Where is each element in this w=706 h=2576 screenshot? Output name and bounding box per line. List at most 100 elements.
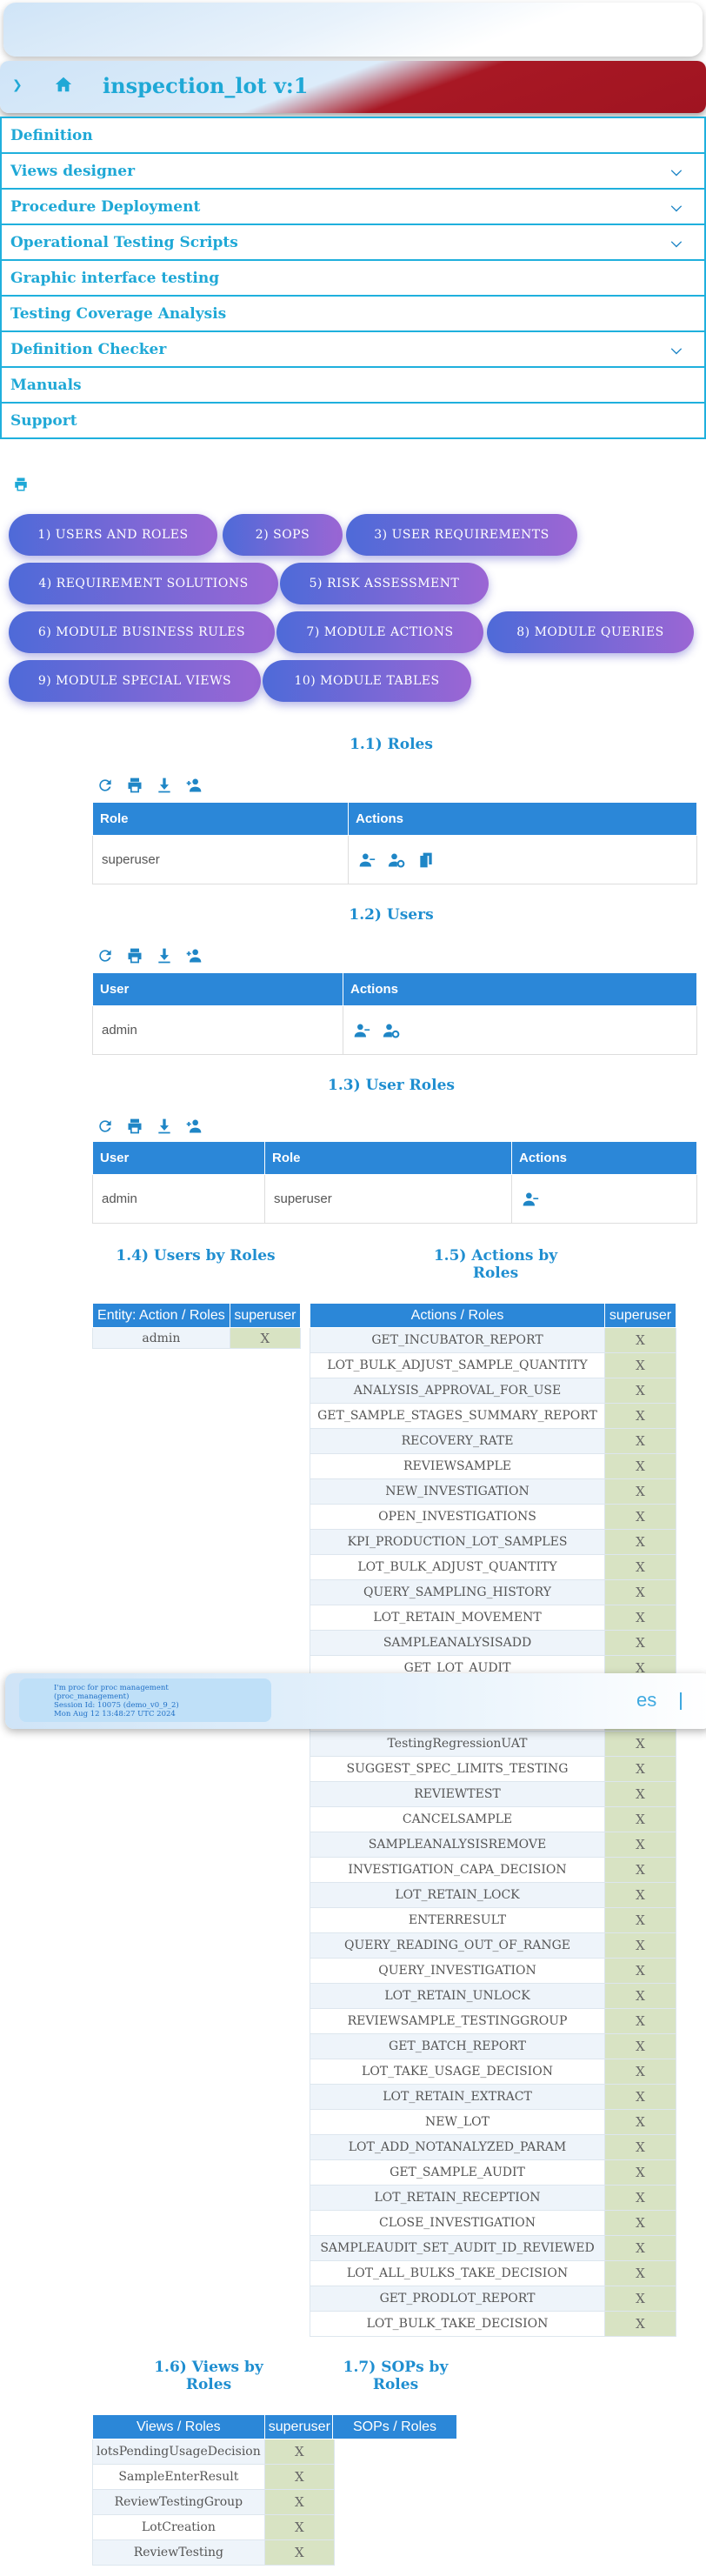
add-user-icon[interactable] xyxy=(184,777,203,794)
user-roles-toolbar xyxy=(96,1117,203,1136)
assignment-mark: X xyxy=(604,2185,676,2211)
user-roles-table: User Role Actions admin superuser xyxy=(92,1141,697,1224)
assignment-mark: X xyxy=(604,1605,676,1631)
assignment-mark: X xyxy=(604,2008,676,2034)
copy-icon[interactable] xyxy=(416,851,436,869)
chevron-down-icon[interactable]: ⌵ xyxy=(671,198,682,216)
actions-by-roles-table: Actions / Roles superuser GET_INCUBATOR_R… xyxy=(310,1303,676,2337)
tab-button[interactable]: 1) USERS AND ROLES xyxy=(9,514,217,556)
view-cell: SampleEnterResult xyxy=(92,2464,265,2490)
menu-item[interactable]: Manuals xyxy=(0,366,706,404)
download-icon[interactable] xyxy=(155,1118,174,1135)
tab-button[interactable]: 2) SOPS xyxy=(223,514,343,556)
assignment-mark: X xyxy=(263,2539,335,2566)
refresh-icon[interactable] xyxy=(96,947,115,964)
assignment-mark: X xyxy=(604,1806,676,1832)
tab-button[interactable]: 10) MODULE TABLES xyxy=(263,660,471,702)
add-user-icon[interactable] xyxy=(184,1118,203,1135)
action-cell: OPEN_INVESTIGATIONS xyxy=(310,1504,605,1530)
chevron-down-icon[interactable]: ⌵ xyxy=(671,341,682,358)
remove-user-icon[interactable] xyxy=(357,851,376,869)
column-header: Actions xyxy=(348,802,697,836)
action-cell: LOT_RETAIN_UNLOCK xyxy=(310,1983,605,2009)
assignment-mark: X xyxy=(604,1352,676,1378)
assignment-mark: X xyxy=(604,2059,676,2085)
action-cell: GET_INCUBATOR_REPORT xyxy=(310,1327,605,1353)
menu-item[interactable]: Testing Coverage Analysis xyxy=(0,295,706,332)
action-cell: ENTERRESULT xyxy=(310,1907,605,1933)
menu-item-label: Manuals xyxy=(10,376,82,394)
chevron-down-icon[interactable]: ⌵ xyxy=(671,234,682,251)
add-user-icon[interactable] xyxy=(184,947,203,964)
column-header: Entity: Action / Roles xyxy=(92,1303,230,1328)
assignment-mark: X xyxy=(604,1529,676,1555)
user-settings-icon[interactable] xyxy=(382,1022,401,1039)
menu-item[interactable]: Operational Testing Scripts ⌵ xyxy=(0,224,706,261)
table-row: QUERY_SAMPLING_HISTORY X xyxy=(310,1579,676,1605)
print-icon[interactable] xyxy=(125,947,144,964)
view-cell: LotCreation xyxy=(92,2514,265,2540)
action-cell: GET_SAMPLE_AUDIT xyxy=(310,2159,605,2186)
table-row: OPEN_INVESTIGATIONS X xyxy=(310,1504,676,1530)
refresh-icon[interactable] xyxy=(96,1118,115,1135)
table-row: ENTERRESULT X xyxy=(310,1907,676,1933)
actions-cell xyxy=(343,1005,697,1055)
tab-button[interactable]: 3) USER REQUIREMENTS xyxy=(346,514,577,556)
action-cell: LOT_ADD_NOTANALYZED_PARAM xyxy=(310,2134,605,2160)
table-row: LotCreation X xyxy=(92,2514,335,2540)
chevron-down-icon[interactable]: ⌵ xyxy=(671,163,682,180)
print-icon[interactable] xyxy=(125,1118,144,1135)
assignment-mark: X xyxy=(263,2439,335,2465)
assignment-mark: X xyxy=(604,2159,676,2186)
table-row: LOT_RETAIN_EXTRACT X xyxy=(310,2084,676,2110)
table-row: admin xyxy=(92,1005,697,1055)
table-row: SAMPLEAUDIT_SET_AUDIT_ID_REVIEWED X xyxy=(310,2235,676,2261)
session-line: Session Id: 10075 (demo_v0_9_2) xyxy=(54,1701,179,1710)
menu-item[interactable]: Support xyxy=(0,402,706,439)
assignment-mark: X xyxy=(263,2514,335,2540)
user-cell: admin xyxy=(92,1327,230,1349)
tab-button[interactable]: 6) MODULE BUSINESS RULES xyxy=(9,611,275,653)
download-icon[interactable] xyxy=(155,947,174,964)
section-title-users: 1.2) Users xyxy=(349,906,434,924)
table-row: ANALYSIS_APPROVAL_FOR_USE X xyxy=(310,1378,676,1404)
tab-button[interactable]: 9) MODULE SPECIAL VIEWS xyxy=(9,660,261,702)
chevron-down-icon[interactable]: ❯ xyxy=(12,78,23,92)
action-cell: NEW_LOT xyxy=(310,2109,605,2135)
menu-item[interactable]: Definition Checker ⌵ xyxy=(0,330,706,368)
table-row: SUGGEST_SPEC_LIMITS_TESTING X xyxy=(310,1756,676,1782)
remove-user-icon[interactable] xyxy=(521,1191,540,1208)
language-label[interactable]: es xyxy=(636,1689,656,1712)
table-row: LOT_BULK_ADJUST_QUANTITY X xyxy=(310,1554,676,1580)
download-icon[interactable] xyxy=(155,777,174,794)
assignment-mark: X xyxy=(263,2464,335,2490)
menu-item[interactable]: Graphic interface testing xyxy=(0,259,706,297)
tab-button[interactable]: 8) MODULE QUERIES xyxy=(487,611,694,653)
home-icon[interactable] xyxy=(54,75,73,94)
action-cell: LOT_BULK_ADJUST_QUANTITY xyxy=(310,1554,605,1580)
action-cell: TestingRegressionUAT xyxy=(310,1731,605,1757)
action-cell: LOT_ALL_BULKS_TAKE_DECISION xyxy=(310,2260,605,2286)
table-row: QUERY_INVESTIGATION X xyxy=(310,1958,676,1984)
refresh-icon[interactable] xyxy=(96,777,115,794)
roles-table: Role Actions superuser xyxy=(92,802,697,884)
print-icon[interactable] xyxy=(125,777,144,794)
menu-item[interactable]: Views designer ⌵ xyxy=(0,152,706,190)
action-cell: LOT_BULK_ADJUST_SAMPLE_QUANTITY xyxy=(310,1352,605,1378)
table-row: NEW_LOT X xyxy=(310,2109,676,2135)
tab-button[interactable]: 7) MODULE ACTIONS xyxy=(276,611,483,653)
user-cell: admin xyxy=(92,1174,265,1224)
action-cell: LOT_RETAIN_MOVEMENT xyxy=(310,1605,605,1631)
action-cell: REVIEWSAMPLE xyxy=(310,1453,605,1479)
remove-user-icon[interactable] xyxy=(352,1022,371,1039)
action-cell: INVESTIGATION_CAPA_DECISION xyxy=(310,1857,605,1883)
tab-button[interactable]: 4) REQUIREMENT SOLUTIONS xyxy=(9,563,278,604)
print-icon[interactable] xyxy=(12,477,30,492)
action-cell: LOT_BULK_TAKE_DECISION xyxy=(310,2311,605,2337)
user-settings-icon[interactable] xyxy=(387,851,406,869)
menu-item[interactable]: Procedure Deployment ⌵ xyxy=(0,188,706,225)
menu-item[interactable]: Definition xyxy=(0,117,706,154)
tab-button[interactable]: 5) RISK ASSESSMENT xyxy=(280,563,489,604)
column-header: User xyxy=(92,1141,265,1175)
assignment-mark: X xyxy=(604,2210,676,2236)
